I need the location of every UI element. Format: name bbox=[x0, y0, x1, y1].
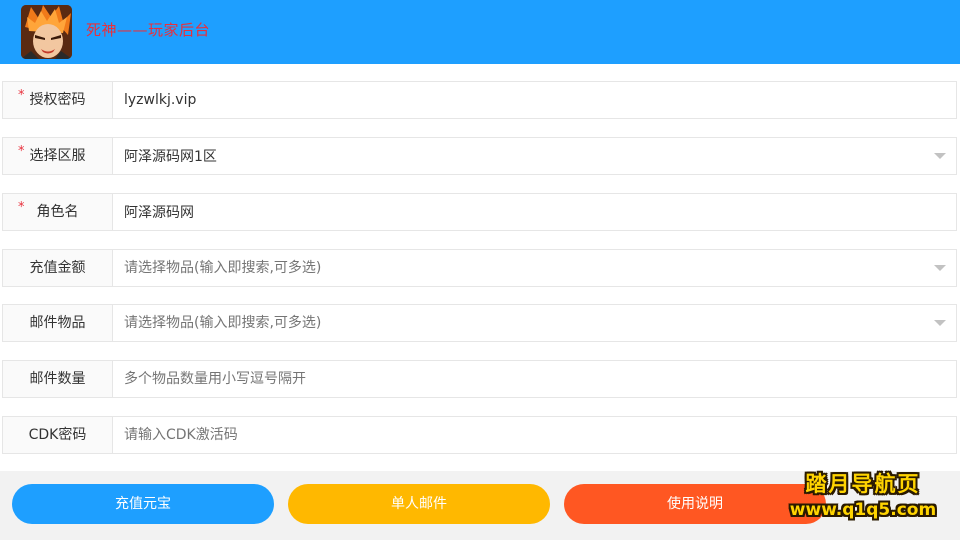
server-select-label-text: 选择区服 bbox=[29, 148, 86, 164]
required-mark: * bbox=[18, 200, 25, 215]
auth-password-label-text: 授权密码 bbox=[29, 92, 86, 108]
chevron-down-icon[interactable] bbox=[934, 320, 946, 326]
recharge-amount-select[interactable] bbox=[113, 250, 955, 286]
recharge-amount-label: 充值金额 bbox=[3, 250, 113, 286]
single-mail-button[interactable]: 单人邮件 bbox=[288, 484, 550, 524]
role-name-label-text: 角色名 bbox=[36, 204, 79, 220]
server-select-label: * 选择区服 bbox=[3, 138, 113, 174]
required-mark: * bbox=[18, 144, 25, 159]
role-name-input[interactable] bbox=[113, 194, 955, 230]
server-select-row: * 选择区服 bbox=[2, 137, 957, 175]
cdk-code-row: CDK密码 bbox=[2, 416, 957, 454]
cdk-code-label: CDK密码 bbox=[3, 417, 113, 453]
watermark: 踏月导航页 www.q1q5.com bbox=[778, 468, 948, 530]
mail-quantity-label: 邮件数量 bbox=[3, 361, 113, 397]
auth-password-row: * 授权密码 bbox=[2, 81, 957, 119]
mail-items-select[interactable] bbox=[113, 305, 955, 341]
auth-password-label: * 授权密码 bbox=[3, 82, 113, 118]
recharge-amount-row: 充值金额 bbox=[2, 249, 957, 287]
recharge-ingot-button[interactable]: 充值元宝 bbox=[12, 484, 274, 524]
auth-password-input[interactable] bbox=[113, 82, 955, 118]
watermark-title: 踏月导航页 bbox=[805, 472, 921, 496]
app-title: 死神——玩家后台 bbox=[86, 21, 211, 39]
mail-items-label: 邮件物品 bbox=[3, 305, 113, 341]
server-select[interactable] bbox=[113, 138, 955, 174]
cdk-code-input[interactable] bbox=[113, 417, 955, 453]
header-bar: 死神——玩家后台 bbox=[0, 0, 960, 64]
character-portrait-icon bbox=[21, 5, 72, 59]
mail-items-row: 邮件物品 bbox=[2, 304, 957, 342]
watermark-url: www.q1q5.com bbox=[789, 500, 937, 520]
chevron-down-icon[interactable] bbox=[934, 265, 946, 271]
avatar bbox=[21, 5, 72, 59]
role-name-row: * 角色名 bbox=[2, 193, 957, 231]
required-mark: * bbox=[18, 88, 25, 103]
mail-quantity-row: 邮件数量 bbox=[2, 360, 957, 398]
chevron-down-icon[interactable] bbox=[934, 153, 946, 159]
mail-quantity-input[interactable] bbox=[113, 361, 955, 397]
role-name-label: * 角色名 bbox=[3, 194, 113, 230]
